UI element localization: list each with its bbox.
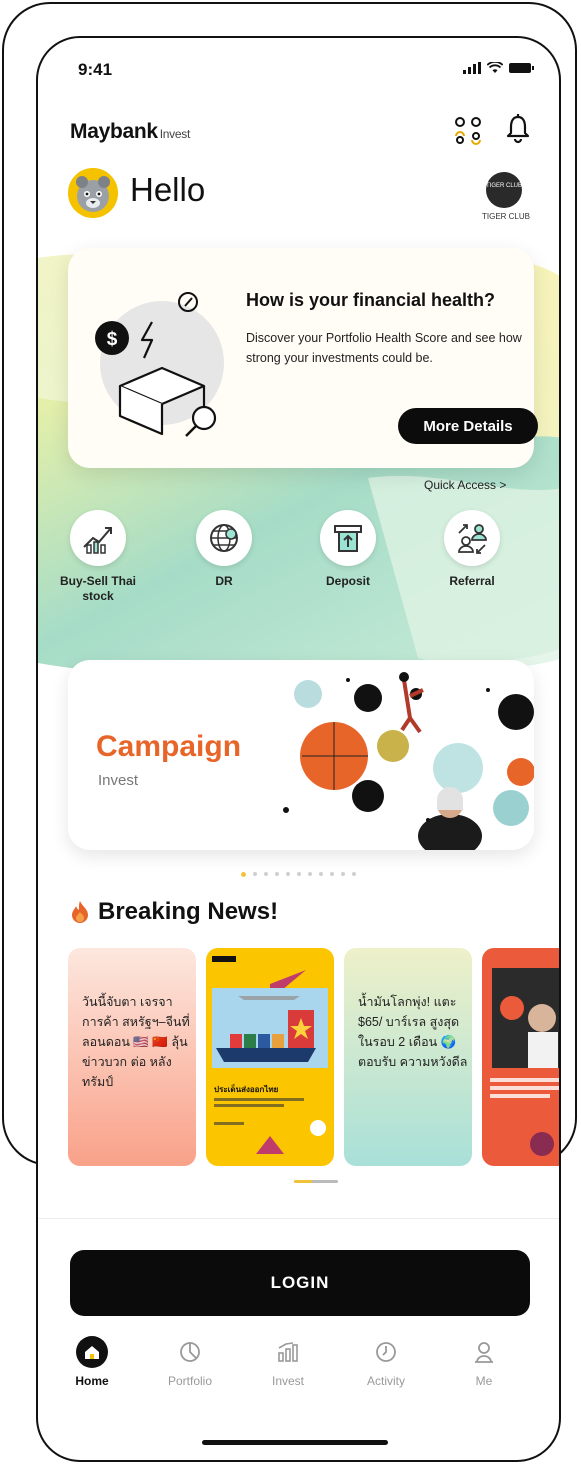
- health-box-illustration: $: [95, 292, 224, 437]
- tab-label: Invest: [271, 1374, 304, 1388]
- quick-access-deposit[interactable]: Deposit: [300, 510, 396, 589]
- tiger-club-badge-text: TIGER CLUB: [486, 183, 523, 189]
- breaking-news-heading: Breaking News!: [70, 898, 278, 926]
- globe-icon: [210, 524, 238, 552]
- tab-label: Home: [75, 1374, 109, 1388]
- quick-access-icon-wrap: [196, 510, 252, 566]
- invest-icon: [272, 1336, 304, 1368]
- carousel-dot[interactable]: [253, 872, 257, 876]
- bell-icon[interactable]: [504, 114, 532, 144]
- tab-label: Activity: [366, 1374, 405, 1388]
- divider: [38, 1218, 559, 1219]
- activity-icon: [370, 1336, 402, 1368]
- quick-access-icon-wrap: [320, 510, 376, 566]
- carousel-dot[interactable]: [330, 872, 334, 876]
- carousel-dot[interactable]: [275, 872, 279, 876]
- tab-activity[interactable]: Activity: [346, 1336, 426, 1388]
- carousel-dot[interactable]: [297, 872, 301, 876]
- carousel-dot[interactable]: [341, 872, 345, 876]
- health-card-title: How is your financial health?: [246, 290, 496, 310]
- avatar[interactable]: [68, 168, 118, 218]
- news-video-thumbnail: [490, 968, 559, 1156]
- quick-access-referral[interactable]: Referral: [424, 510, 520, 589]
- quick-access-label: DR: [215, 574, 233, 588]
- news-card[interactable]: น้ำมันโลกพุ่ง! แตะ $65/ บาร์เรล สูงสุด ใ…: [344, 948, 472, 1166]
- news-export-illustration: ประเด็นส่งออกไทย: [212, 956, 328, 1154]
- phone-screen: 9:41 Maybank Invest Hello TIGER CLUB TIG…: [36, 36, 561, 1462]
- campaign-collage-illustration: [283, 672, 534, 850]
- quick-access-link[interactable]: Quick Access >: [424, 478, 506, 492]
- status-icons: [463, 62, 535, 74]
- carousel-dots: [38, 872, 559, 877]
- tab-portfolio[interactable]: Portfolio: [150, 1336, 230, 1388]
- financial-health-card[interactable]: $ How is your financial health? Discover…: [68, 248, 538, 468]
- quick-access-icon-wrap: [444, 510, 500, 566]
- news-card[interactable]: [482, 948, 559, 1166]
- status-bar: 9:41: [38, 60, 559, 90]
- portfolio-icon: [174, 1336, 206, 1368]
- fire-icon: [72, 901, 88, 923]
- health-card-description: Discover your Portfolio Health Score and…: [246, 331, 522, 365]
- campaign-subtitle: Invest: [98, 772, 139, 789]
- breaking-news-title: Breaking News!: [98, 898, 279, 925]
- tab-me[interactable]: Me: [444, 1336, 524, 1388]
- quick-access-label: Deposit: [325, 574, 370, 588]
- carousel-dot[interactable]: [241, 872, 246, 877]
- signal-icon: [463, 62, 481, 74]
- carousel-dot[interactable]: [286, 872, 290, 876]
- news-card-text: น้ำมันโลกพุ่ง! แตะ $65/ บาร์เรล สูงสุด ใ…: [358, 995, 468, 1069]
- tab-home[interactable]: Home: [52, 1336, 132, 1388]
- quick-access-label: Referral: [449, 574, 495, 588]
- carousel-dot[interactable]: [319, 872, 323, 876]
- greeting: Hello: [130, 171, 206, 208]
- brand-logo: Maybank Invest: [70, 120, 190, 144]
- profile-icon: [468, 1336, 500, 1368]
- svg-text:$: $: [107, 329, 118, 350]
- news-card[interactable]: ประเด็นส่งออกไทย: [206, 948, 334, 1166]
- tiger-avatar-icon: [68, 168, 118, 218]
- news-scroll-indicator: [294, 1180, 338, 1183]
- tab-invest[interactable]: Invest: [248, 1336, 328, 1388]
- campaign-title: Campaign: [96, 730, 242, 763]
- login-button[interactable]: LOGIN: [70, 1250, 530, 1316]
- stock-chart-icon: [83, 527, 112, 554]
- news-card-text: วันนี้จับตา เจรจาการค้า สหรัฐฯ–จีนที่ ลอ…: [82, 995, 190, 1089]
- tiger-club-caption: TIGER CLUB: [481, 212, 530, 221]
- tab-label: Portfolio: [167, 1374, 213, 1388]
- quick-access-buy-sell[interactable]: Buy-Sell Thai stock: [50, 510, 146, 604]
- deposit-icon: [334, 525, 362, 552]
- carousel-dot[interactable]: [308, 872, 312, 876]
- news-card-text: ประเด็นส่งออกไทย: [214, 1083, 279, 1094]
- brand-sub: Invest: [159, 127, 191, 141]
- quick-access-dr[interactable]: DR: [176, 510, 272, 589]
- news-scroll-thumb: [294, 1180, 312, 1183]
- scan-icon[interactable]: [448, 112, 488, 148]
- brand-name: Maybank: [70, 120, 158, 143]
- status-time: 9:41: [78, 60, 113, 79]
- quick-access-label: Buy-Sell Thai stock: [59, 574, 136, 603]
- news-card[interactable]: วันนี้จับตา เจรจาการค้า สหรัฐฯ–จีนที่ ลอ…: [68, 948, 196, 1166]
- carousel-dot[interactable]: [264, 872, 268, 876]
- referral-icon: [458, 524, 487, 554]
- home-icon: [76, 1336, 108, 1368]
- home-indicator: [202, 1440, 388, 1445]
- tab-label: Me: [475, 1374, 493, 1388]
- battery-icon: [509, 63, 534, 73]
- quick-access-icon-wrap: [70, 510, 126, 566]
- wifi-icon: [487, 62, 503, 73]
- carousel-dot[interactable]: [352, 872, 356, 876]
- more-details-button[interactable]: More Details: [398, 408, 538, 444]
- campaign-banner[interactable]: Campaign Invest: [68, 660, 534, 850]
- tiger-club-badge[interactable]: TIGER CLUB: [486, 172, 522, 208]
